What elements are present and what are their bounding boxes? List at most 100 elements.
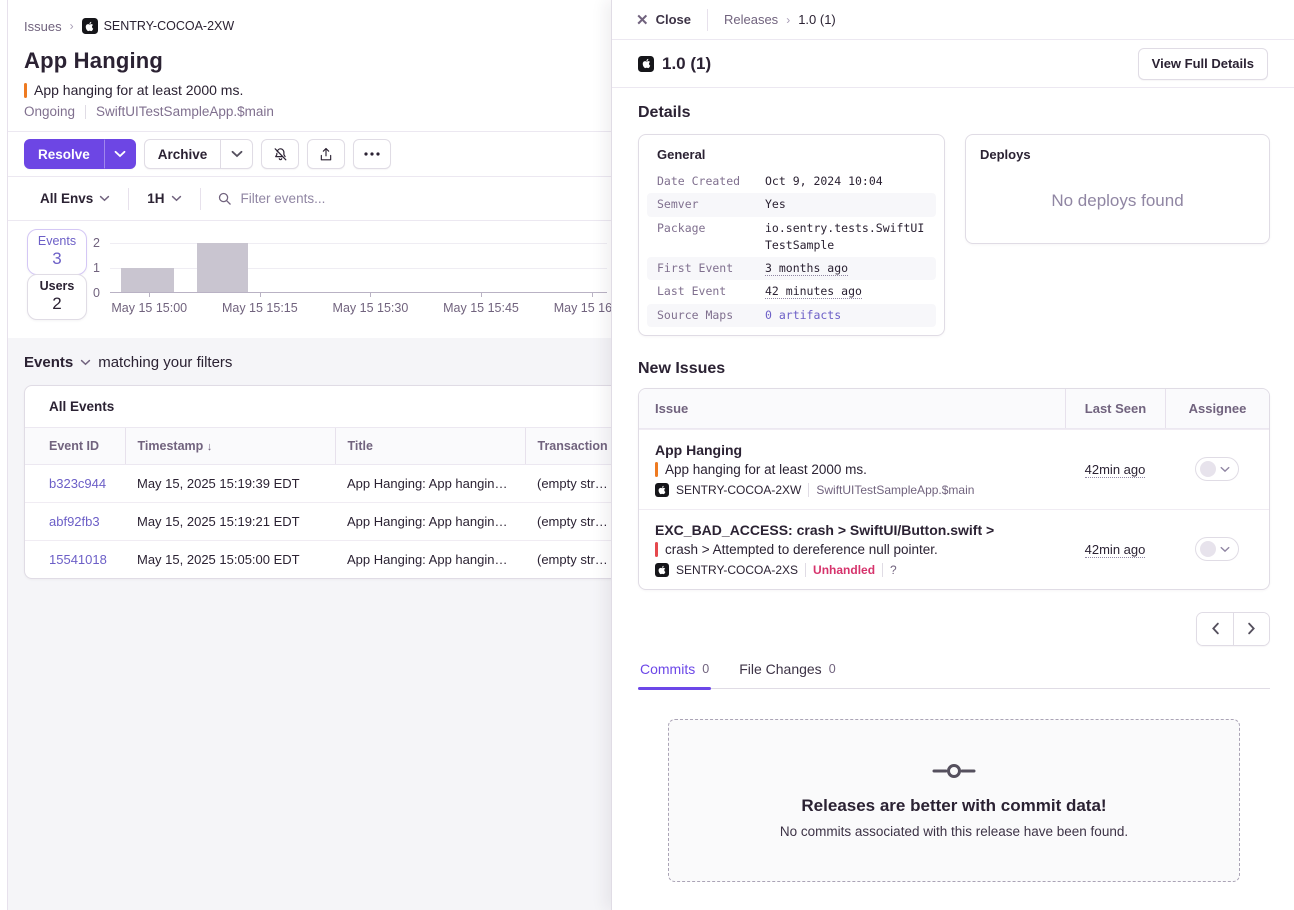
- apple-platform-icon: [655, 483, 669, 497]
- tab-commits[interactable]: Commits 0: [638, 652, 711, 688]
- detail-row-package: Package io.sentry.tests.SwiftUITestSampl…: [647, 217, 936, 258]
- left-gutter: [0, 0, 8, 910]
- col-timestamp[interactable]: Timestamp ↓: [125, 428, 335, 465]
- view-full-details-button[interactable]: View Full Details: [1138, 48, 1268, 80]
- file-changes-count-badge: 0: [829, 662, 836, 676]
- event-count-bar[interactable]: [197, 243, 248, 292]
- events-count-toggle[interactable]: Events 3: [27, 229, 87, 275]
- breadcrumb-release-current: 1.0 (1): [798, 12, 836, 27]
- issue-context: SwiftUITestSampleApp.$main: [816, 483, 974, 497]
- last-seen-value[interactable]: 42min ago: [1085, 462, 1146, 478]
- event-title: App Hanging: App hangin…: [335, 541, 525, 579]
- event-id-link[interactable]: 15541018: [49, 552, 107, 567]
- mute-notifications-button[interactable]: [261, 139, 299, 169]
- issue-level-indicator: [655, 542, 658, 557]
- x-axis-tick: May 15 15:15: [222, 301, 298, 315]
- sort-desc-icon: ↓: [207, 441, 213, 453]
- issue-link[interactable]: EXC_BAD_ACCESS: crash > SwiftUI/Button.s…: [655, 522, 1053, 538]
- chevron-right-icon: ›: [70, 19, 74, 33]
- ellipsis-icon: [364, 152, 380, 156]
- archive-dropdown-button[interactable]: [221, 139, 253, 169]
- apple-platform-icon: [655, 563, 669, 577]
- y-axis-tick: 1: [93, 261, 100, 275]
- environment-selector[interactable]: All Envs: [40, 191, 128, 206]
- unhandled-tag: Unhandled: [813, 563, 875, 577]
- chevron-down-icon: [1220, 546, 1230, 553]
- breadcrumb-project[interactable]: SENTRY-COCOA-2XW: [82, 18, 235, 34]
- release-tabs: Commits 0 File Changes 0: [638, 652, 1270, 689]
- general-details-card: General Date Created Oct 9, 2024 10:04 S…: [638, 134, 945, 336]
- close-drawer-button[interactable]: ✕ Close: [636, 11, 691, 29]
- col-event-id[interactable]: Event ID: [25, 428, 125, 465]
- deploys-card-title: Deploys: [980, 147, 1255, 162]
- release-version-title: 1.0 (1): [662, 54, 711, 74]
- apple-platform-icon: [82, 18, 98, 34]
- event-id-link[interactable]: b323c944: [49, 476, 106, 491]
- new-issue-row[interactable]: EXC_BAD_ACCESS: crash > SwiftUI/Button.s…: [639, 509, 1269, 589]
- apple-platform-icon: [638, 56, 654, 72]
- users-count-toggle[interactable]: Users 2: [27, 274, 87, 320]
- issue-substatus: Ongoing: [24, 104, 75, 119]
- chevron-down-icon: [99, 195, 110, 202]
- breadcrumb-releases-link[interactable]: Releases: [724, 12, 778, 27]
- deploys-card: Deploys No deploys found: [965, 134, 1270, 244]
- drawer-topbar: ✕ Close Releases › 1.0 (1): [612, 0, 1294, 40]
- filter-events-input[interactable]: [241, 191, 541, 206]
- chevron-down-icon: [171, 195, 182, 202]
- breadcrumb-project-label: SENTRY-COCOA-2XW: [104, 19, 235, 33]
- detail-row-semver: Semver Yes: [647, 193, 936, 216]
- previous-page-button[interactable]: [1197, 613, 1233, 645]
- search-icon: [217, 191, 232, 206]
- event-count-bar[interactable]: [121, 268, 174, 293]
- events-heading-suffix: matching your filters: [98, 354, 232, 371]
- divider: [882, 563, 883, 577]
- more-actions-button[interactable]: [353, 139, 391, 169]
- event-timestamp: May 15, 2025 15:05:00 EDT: [125, 541, 335, 579]
- commits-count-badge: 0: [702, 662, 709, 676]
- new-issues-pagination: [638, 612, 1270, 646]
- time-range-selector[interactable]: 1H: [129, 191, 199, 206]
- last-event-tooltip-value[interactable]: 42 minutes ago: [765, 284, 862, 299]
- x-axis-tick: May 15 15:30: [333, 301, 409, 315]
- chevron-right-icon: [1247, 622, 1256, 635]
- general-card-title: General: [647, 145, 936, 170]
- archive-button[interactable]: Archive: [144, 139, 222, 169]
- event-timestamp: May 15, 2025 15:19:39 EDT: [125, 465, 335, 503]
- upload-icon: [318, 146, 334, 163]
- resolve-button[interactable]: Resolve: [24, 139, 104, 169]
- first-event-tooltip-value[interactable]: 3 months ago: [765, 261, 848, 276]
- new-issue-row[interactable]: App Hanging App hanging for at least 200…: [639, 429, 1269, 509]
- share-button[interactable]: [307, 139, 345, 169]
- col-title[interactable]: Title: [335, 428, 525, 465]
- detail-row-last-event: Last Event 42 minutes ago: [647, 280, 936, 303]
- tab-file-changes[interactable]: File Changes 0: [737, 652, 837, 688]
- chevron-down-icon[interactable]: [80, 359, 91, 366]
- events-bar-chart[interactable]: 210 May 15 15:00May 15 15:15May 15 15:30…: [110, 243, 607, 318]
- col-issue: Issue: [639, 389, 1065, 428]
- issue-link[interactable]: App Hanging: [655, 442, 1053, 458]
- x-axis-tick: May 15 15:45: [443, 301, 519, 315]
- chevron-down-icon: [114, 150, 126, 158]
- divider: [707, 9, 708, 31]
- resolve-dropdown-button[interactable]: [104, 139, 136, 169]
- next-page-button[interactable]: [1233, 613, 1269, 645]
- breadcrumb-issues-link[interactable]: Issues: [24, 19, 62, 34]
- source-maps-link[interactable]: 0 artifacts: [765, 307, 926, 324]
- issue-level-indicator: [24, 83, 27, 98]
- drawer-breadcrumb: Releases › 1.0 (1): [724, 12, 836, 27]
- chevron-down-icon: [231, 150, 243, 158]
- divider: [805, 563, 806, 577]
- col-last-seen: Last Seen: [1065, 389, 1165, 428]
- issue-transaction: SwiftUITestSampleApp.$main: [96, 104, 274, 119]
- assignee-dropdown[interactable]: [1195, 457, 1239, 481]
- assignee-dropdown[interactable]: [1195, 537, 1239, 561]
- issue-message: crash > Attempted to dereference null po…: [665, 542, 938, 557]
- last-seen-value[interactable]: 42min ago: [1085, 542, 1146, 558]
- commits-empty-state: Releases are better with commit data! No…: [668, 719, 1240, 882]
- empty-state-subtitle: No commits associated with this release …: [780, 824, 1128, 839]
- detail-row-first-event: First Event 3 months ago: [647, 257, 936, 280]
- event-id-link[interactable]: abf92fb3: [49, 514, 100, 529]
- events-dataset-selector[interactable]: Events: [24, 354, 73, 371]
- release-details-drawer: ✕ Close Releases › 1.0 (1) 1.0 (1) View …: [611, 0, 1294, 910]
- chevron-right-icon: ›: [786, 13, 790, 27]
